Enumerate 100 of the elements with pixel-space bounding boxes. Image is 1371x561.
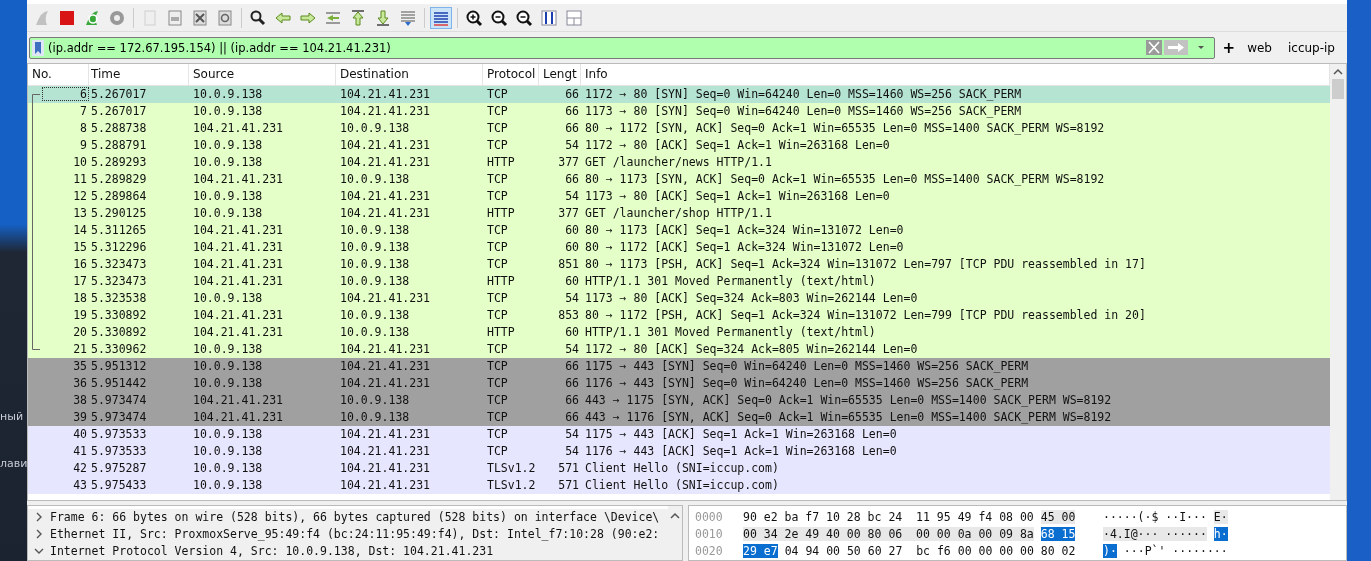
ascii-bytes[interactable]: E· [1213,510,1228,525]
scroll-up-icon[interactable] [670,512,680,520]
table-cell-text: 13 [72,206,88,221]
chevron-right-icon[interactable] [34,512,44,523]
table-cell-text: 43 [72,478,88,493]
table-cell-text: 54 [564,444,580,459]
scrollbar[interactable] [1330,63,1346,500]
table-cell-text: 5.267017 [90,104,148,119]
bookmark-icon[interactable] [32,39,44,56]
hex-bytes[interactable]: 00 34 2e 49 40 00 80 06 00 00 0a 00 09 8a [743,527,1034,542]
hex-bytes[interactable]: 90 e2 ba f7 10 28 bc 24 11 95 49 f4 08 00 [743,510,1034,525]
table-cell-text: 54 [564,342,580,357]
table-cell-text: 104.21.41.231 [192,240,284,255]
table-cell-text: 21 [72,342,88,357]
table-cell-text: 40 [72,427,88,442]
table-cell-text: 10.0.9.138 [192,461,264,476]
table-cell-text: 10.0.9.138 [192,104,264,119]
add-filter-button[interactable]: + [1214,38,1240,57]
table-cell-text: 10.0.9.138 [339,274,411,289]
scrollbar[interactable] [668,506,682,560]
table-cell-text: 10.0.9.138 [339,240,411,255]
table-cell-text: 66 [564,104,580,119]
filter-shortcut-button[interactable]: iccup-ip [1279,40,1343,55]
table-cell-text: TCP [486,393,509,408]
table-cell-text: 10.0.9.138 [339,257,411,272]
table-cell-text: 5.288738 [90,121,148,136]
filter-shortcut-button[interactable]: web [1239,40,1280,55]
table-cell-text: TCP [486,172,509,187]
table-cell-text: 18 [72,291,88,306]
table-cell-text: 104.21.41.231 [339,342,431,357]
table-cell-text: 377 [557,206,580,221]
table-cell-text: TLSv1.2 [486,478,537,493]
column-header[interactable]: Protocol [483,63,539,85]
table-cell-text: 5.975287 [90,461,148,476]
clear-icon[interactable] [1145,40,1162,56]
down-arrow-icon [374,8,392,27]
table-cell-text: 10 [72,155,88,170]
table-cell-text: HTTP [486,274,516,289]
table-cell-text: 17 [72,274,88,289]
table-cell-text: 443 → 1175 [SYN, ACK] Seq=0 Ack=1 Win=65535 Len=0 MSS=1400 SACK_PERM WS=8192 [584,393,1113,408]
table-cell-text: 20 [72,325,88,340]
background-window-text: ный [0,410,24,423]
ascii-bytes[interactable]: ···P`' ········ [1123,544,1228,559]
chevron-right-icon[interactable] [34,529,44,540]
column-header[interactable]: No. [28,63,89,85]
table-cell-text: 104.21.41.231 [192,325,284,340]
hex-bytes[interactable]: 04 94 00 50 60 27 bc f6 00 00 00 00 80 02 [784,544,1076,559]
hex-bytes[interactable]: 45 00 [1040,510,1076,525]
table-cell-text: 15 [72,240,88,255]
hex-bytes[interactable]: 29 e7 [743,544,778,559]
gear-icon [108,8,126,27]
ascii-bytes[interactable]: ·····(·$ ··I··· [1103,510,1207,525]
table-cell-text: 10.0.9.138 [192,138,264,153]
table-cell-text: 36 [72,376,88,391]
table-cell-text: 1173 → 80 [ACK] Seq=1 Ack=1 Win=263168 Len=0 [584,189,891,204]
table-cell-text: GET /launcher/news HTTP/1.1 [584,155,773,170]
display-filter-field[interactable]: (ip.addr == 172.67.195.154) || (ip.addr == 104.21.41.231) [29,36,1215,59]
table-cell-text: 104.21.41.231 [192,274,284,289]
table-cell-text: 54 [564,189,580,204]
table-cell-text: 54 [564,291,580,306]
table-cell-text: HTTP [486,325,516,340]
filter-text-input[interactable]: (ip.addr == 172.67.195.154) || (ip.addr == 104.21.41.231) [46,40,1144,55]
ascii-bytes[interactable]: ·4.I@··· ······ [1103,527,1207,542]
zoom-reset-icon [515,8,533,27]
table-cell-text: 5.973474 [90,393,148,408]
table-cell-text: Client Hello (SNI=iccup.com) [584,461,780,476]
column-header[interactable]: Lengt [539,63,581,85]
colorize-button[interactable] [430,6,452,29]
table-cell-text: 5.973533 [90,427,148,442]
scroll-up-icon[interactable] [1333,67,1343,76]
table-cell-text: 104.21.41.231 [339,291,431,306]
table-cell-text: 1172 → 80 [SYN] Seq=0 Win=64240 Len=0 MSS=1460 WS=256 SACK_PERM [584,87,1023,102]
table-cell-text: 1176 → 443 [ACK] Seq=1 Ack=1 Win=263168 Len=0 [584,444,898,459]
table-cell-text: 104.21.41.231 [339,427,431,442]
table-cell-text: 10.0.9.138 [192,342,264,357]
table-cell-text: TCP [486,427,509,442]
table-cell-text: 5.311265 [90,223,148,238]
table-cell-text: 66 [564,393,580,408]
background-window-text: лави [0,457,27,470]
hex-bytes[interactable]: 68 15 [1040,527,1076,542]
up-arrow-icon [349,8,367,27]
stop-icon [58,8,76,27]
table-cell-text: 7 [79,104,88,119]
table-cell-text: 10.0.9.138 [192,478,264,493]
ascii-bytes[interactable]: h· [1213,527,1228,542]
binary-file-icon [166,8,184,27]
column-header[interactable]: Source [189,63,336,85]
zoom-out-icon [490,8,508,27]
ascii-bytes[interactable]: )· [1103,544,1117,559]
table-cell-text: 42 [72,461,88,476]
table-cell-text: 1172 → 80 [ACK] Seq=324 Ack=805 Win=262144 Len=0 [584,342,919,357]
scrollbar-thumb[interactable] [1332,78,1344,99]
table-cell-text: 60 [564,325,580,340]
table-cell-text: 12 [72,189,88,204]
table-cell-text: TCP [486,291,509,306]
table-cell-text: 10.0.9.138 [192,189,264,204]
table-cell-text: 38 [72,393,88,408]
column-header[interactable]: Destination [336,63,483,85]
column-header[interactable]: Time [89,63,189,85]
table-cell-text: 1175 → 443 [SYN] Seq=0 Win=64240 Len=0 MSS=1460 WS=256 SACK_PERM [584,359,1030,374]
